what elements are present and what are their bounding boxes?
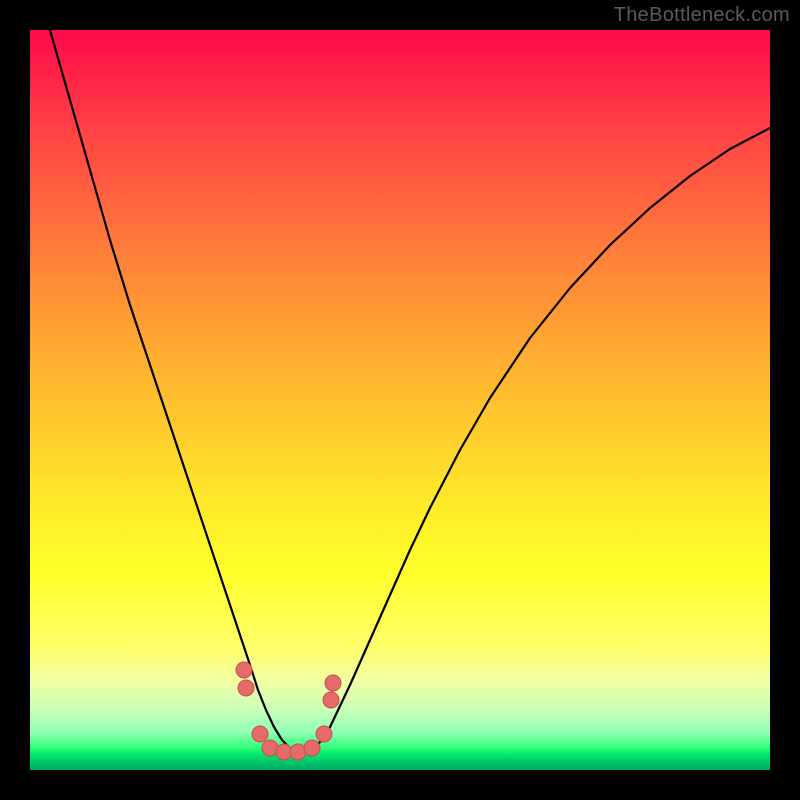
curve-marker bbox=[316, 726, 332, 742]
curve-marker bbox=[262, 740, 278, 756]
curve-marker bbox=[325, 675, 341, 691]
curve-marker bbox=[238, 680, 254, 696]
bottleneck-curve bbox=[50, 30, 770, 752]
curve-marker bbox=[304, 740, 320, 756]
plot-area bbox=[30, 30, 770, 770]
chart-frame: TheBottleneck.com bbox=[0, 0, 800, 800]
curve-marker bbox=[323, 692, 339, 708]
watermark-text: TheBottleneck.com bbox=[614, 4, 790, 27]
curve-marker bbox=[290, 744, 306, 760]
curve-svg bbox=[30, 30, 770, 770]
curve-markers bbox=[236, 662, 341, 760]
curve-marker bbox=[252, 726, 268, 742]
curve-marker bbox=[236, 662, 252, 678]
